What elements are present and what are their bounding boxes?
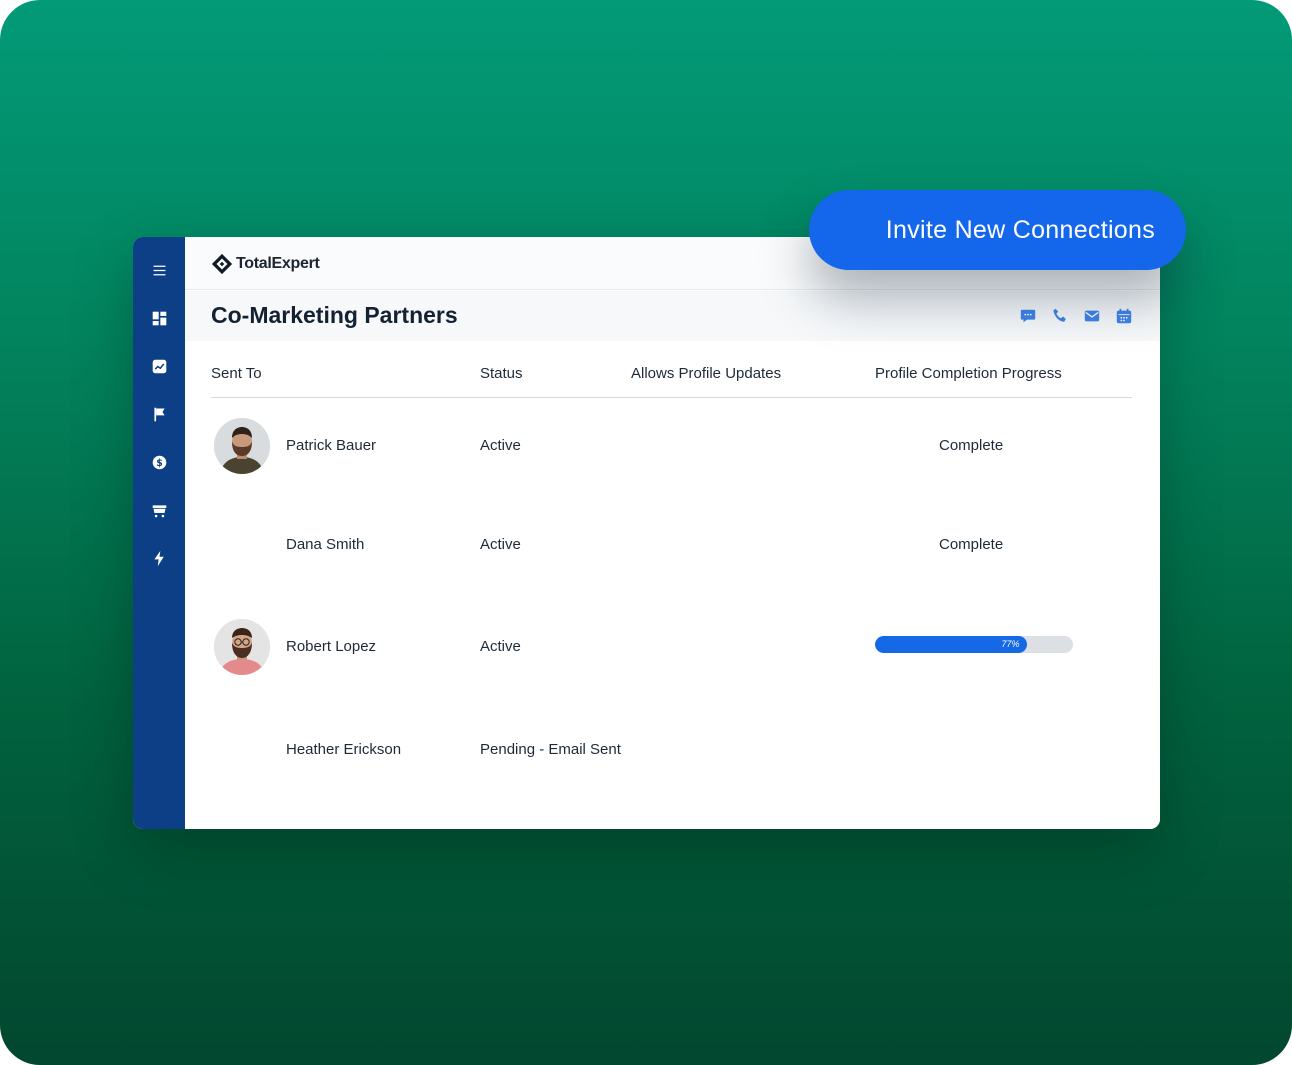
status-text: Pending - Email Sent [480,741,621,758]
brand-logo[interactable]: TotalExpert [211,253,320,275]
column-header-progress[interactable]: Profile Completion Progress [875,365,1062,382]
partner-name[interactable]: Patrick Bauer [286,437,376,454]
chat-icon[interactable] [1018,306,1038,326]
progress-text: Complete [939,437,1004,454]
status-text: Active [480,437,521,454]
totalexpert-logo-icon [211,253,233,275]
svg-text:$: $ [156,457,163,468]
dollar-icon[interactable]: $ [145,448,173,476]
brand-name: TotalExpert [236,255,320,272]
table-row[interactable]: Dana Smith Active Complete [211,517,1132,577]
partner-name[interactable]: Robert Lopez [286,638,376,655]
flag-icon[interactable] [145,400,173,428]
invite-new-connections-button[interactable]: Invite New Connections [809,190,1186,270]
page-title: Co-Marketing Partners [211,302,458,328]
profile-progress-fill: 77% [875,636,1028,653]
phone-icon[interactable] [1050,306,1070,326]
invite-button-label: Invite New Connections [885,215,1155,244]
menu-icon[interactable] [145,256,173,284]
header-actions [1018,306,1134,326]
profile-progress-bar: 77% [875,636,1073,653]
column-header-status[interactable]: Status [480,365,523,382]
table-row[interactable]: Heather Erickson Pending - Email Sent [211,722,1132,782]
background-stage: $ TotalExpert Co-Marketing Partners Sent… [0,0,1292,1065]
calendar-icon[interactable] [1114,306,1134,326]
avatar [214,418,270,474]
lightning-icon[interactable] [145,544,173,572]
partner-name[interactable]: Heather Erickson [286,741,401,758]
column-header-allows-updates[interactable]: Allows Profile Updates [631,365,781,382]
column-header-sent-to[interactable]: Sent To [211,365,262,382]
shopping-cart-icon[interactable] [145,496,173,524]
partner-name[interactable]: Dana Smith [286,536,364,553]
status-text: Active [480,638,521,655]
mail-icon[interactable] [1082,306,1102,326]
table-row[interactable]: Patrick Bauer Active Complete [211,418,1132,478]
main-panel: TotalExpert Co-Marketing Partners Sent T… [185,237,1160,829]
progress-percent-label: 77% [1001,639,1020,649]
sidebar: $ [133,237,185,829]
analytics-icon[interactable] [145,352,173,380]
progress-text: Complete [939,536,1004,553]
avatar [214,619,270,675]
status-text: Active [480,536,521,553]
table-row[interactable]: Robert Lopez Active 77% [211,619,1132,679]
title-bar: Co-Marketing Partners [185,291,1160,341]
table-header: Sent To Status Allows Profile Updates Pr… [211,363,1132,398]
dashboard-icon[interactable] [145,304,173,332]
app-window: $ TotalExpert Co-Marketing Partners Sent… [133,237,1160,829]
